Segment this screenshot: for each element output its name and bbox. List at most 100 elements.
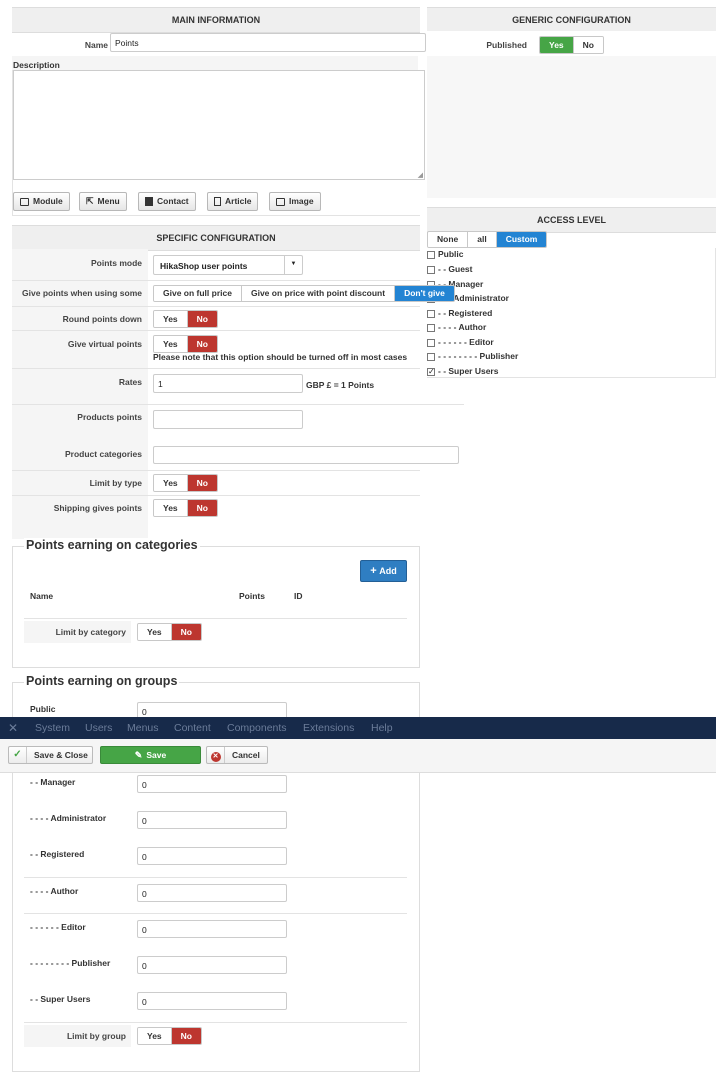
article-file-icon (214, 197, 221, 206)
description-editor[interactable]: ◢ (13, 70, 425, 180)
name-field[interactable]: Points (110, 33, 426, 52)
module-icon (20, 197, 29, 206)
virtual-no-button[interactable]: No (186, 336, 217, 352)
give-discount-price-button[interactable]: Give on price with point discount (240, 286, 395, 301)
dont-give-button[interactable]: Don't give (394, 286, 454, 301)
limit-group-no-button[interactable]: No (170, 1028, 201, 1044)
access-checkbox-editor[interactable] (427, 339, 435, 347)
round-points-toggle[interactable]: Yes No (153, 310, 218, 328)
access-checkbox-registered[interactable] (427, 310, 435, 318)
access-checkbox-publisher[interactable] (427, 353, 435, 361)
groups-legend: Points earning on groups (24, 674, 180, 688)
published-toggle[interactable]: Yes No (539, 36, 604, 54)
access-checkbox-author[interactable] (427, 324, 435, 332)
resize-handle-icon[interactable]: ◢ (418, 171, 423, 179)
group-label-author: - - - - Author (30, 886, 79, 896)
published-yes-button[interactable]: Yes (540, 37, 573, 53)
round-yes-button[interactable]: Yes (154, 311, 187, 327)
limit-type-no-button[interactable]: No (186, 475, 217, 491)
access-mode-toggle[interactable]: None all Custom (427, 231, 548, 248)
give-points-toggle[interactable]: Give on full price Give on price with po… (153, 285, 455, 302)
limit-category-no-button[interactable]: No (170, 624, 201, 640)
shipping-no-button[interactable]: No (186, 500, 217, 516)
limit-group-label: Limit by group (66, 1031, 126, 1041)
limit-type-yes-button[interactable]: Yes (154, 475, 187, 491)
menu-content[interactable]: Content (174, 717, 211, 739)
access-checkbox-super-users[interactable]: ✓ (427, 368, 435, 376)
points-mode-label: Points mode (90, 258, 142, 268)
shipping-points-toggle[interactable]: Yes No (153, 499, 218, 517)
col-points-header: Points (239, 591, 265, 601)
products-points-label: Products points (77, 412, 142, 422)
limit-type-toggle[interactable]: Yes No (153, 474, 218, 492)
limit-category-toggle[interactable]: Yes No (137, 623, 202, 641)
group-input-registered[interactable]: 0 (137, 847, 287, 865)
group-label-administrator: - - - - Administrator (30, 813, 107, 823)
access-label-registered: - - Registered (438, 308, 493, 318)
menu-share-icon: ⇱ (86, 196, 94, 206)
image-icon (276, 197, 285, 206)
group-input-super-users[interactable]: 0 (137, 992, 287, 1010)
cancel-circle-icon: ✕ (207, 747, 225, 763)
name-label: Name (84, 40, 108, 50)
access-level-title: ACCESS LEVEL (536, 215, 606, 225)
access-all-button[interactable]: all (467, 232, 496, 247)
limit-category-yes-button[interactable]: Yes (138, 624, 171, 640)
access-label-editor: - - - - - - Editor (438, 337, 494, 347)
menu-system[interactable]: System (35, 717, 70, 739)
round-no-button[interactable]: No (186, 311, 217, 327)
points-mode-select[interactable]: HikaShop user points ▼ (153, 255, 303, 275)
generic-config-header: GENERIC CONFIGURATION (427, 7, 716, 33)
group-input-author[interactable]: 0 (137, 884, 287, 902)
action-toolbar: ✓ Save & Close ✎ Save ✕ Cancel (0, 739, 716, 773)
categories-fieldset (12, 546, 420, 668)
menu-help[interactable]: Help (371, 717, 393, 739)
edit-icon: ✎ (134, 750, 143, 760)
col-id-header: ID (294, 591, 303, 601)
group-label-super-users: - - Super Users (30, 994, 91, 1004)
contact-card-icon (145, 197, 153, 206)
round-points-label: Round points down (62, 314, 142, 324)
group-input-manager[interactable]: 0 (137, 775, 287, 793)
published-label: Published (486, 40, 527, 50)
save-close-button[interactable]: ✓ Save & Close (8, 746, 93, 764)
menu-users[interactable]: Users (85, 717, 112, 739)
group-input-editor[interactable]: 0 (137, 920, 287, 938)
access-checkbox-public[interactable] (427, 251, 435, 259)
access-none-button[interactable]: None (428, 232, 468, 247)
menu-components[interactable]: Components (227, 717, 287, 739)
editor-menu-button[interactable]: ⇱ Menu (79, 192, 127, 211)
editor-module-button[interactable]: Module (13, 192, 70, 211)
add-category-button[interactable]: + Add (360, 560, 407, 582)
cancel-button[interactable]: ✕ Cancel (206, 746, 268, 764)
generic-config-title: GENERIC CONFIGURATION (512, 15, 631, 25)
main-info-header: MAIN INFORMATION (12, 7, 420, 33)
group-input-publisher[interactable]: 0 (137, 956, 287, 974)
products-points-input[interactable] (153, 410, 303, 429)
access-custom-button[interactable]: Custom (495, 232, 547, 247)
group-label-publisher: - - - - - - - - Publisher (30, 958, 111, 968)
menu-menus[interactable]: Menus (127, 717, 159, 739)
product-categories-label: Product categories (65, 449, 142, 459)
give-full-price-button[interactable]: Give on full price (154, 286, 241, 301)
editor-image-button[interactable]: Image (269, 192, 321, 211)
specific-config-header: SPECIFIC CONFIGURATION (12, 225, 420, 251)
access-checkbox-guest[interactable] (427, 266, 435, 274)
access-level-header: ACCESS LEVEL (427, 207, 716, 233)
joomla-logo-icon[interactable]: ✕ (8, 721, 18, 735)
product-categories-input[interactable] (153, 446, 459, 464)
limit-type-label: Limit by type (89, 478, 142, 488)
limit-group-yes-button[interactable]: Yes (138, 1028, 171, 1044)
rates-input[interactable]: 1 (153, 374, 303, 393)
editor-article-button[interactable]: Article (207, 192, 259, 211)
virtual-yes-button[interactable]: Yes (154, 336, 187, 352)
published-no-button[interactable]: No (572, 37, 603, 53)
limit-group-toggle[interactable]: Yes No (137, 1027, 202, 1045)
shipping-yes-button[interactable]: Yes (154, 500, 187, 516)
virtual-points-toggle[interactable]: Yes No (153, 335, 218, 353)
save-button[interactable]: ✎ Save (100, 746, 201, 764)
group-input-administrator[interactable]: 0 (137, 811, 287, 829)
menu-extensions[interactable]: Extensions (303, 717, 354, 739)
access-label-publisher: - - - - - - - - Publisher (438, 351, 519, 361)
editor-contact-button[interactable]: Contact (138, 192, 196, 211)
